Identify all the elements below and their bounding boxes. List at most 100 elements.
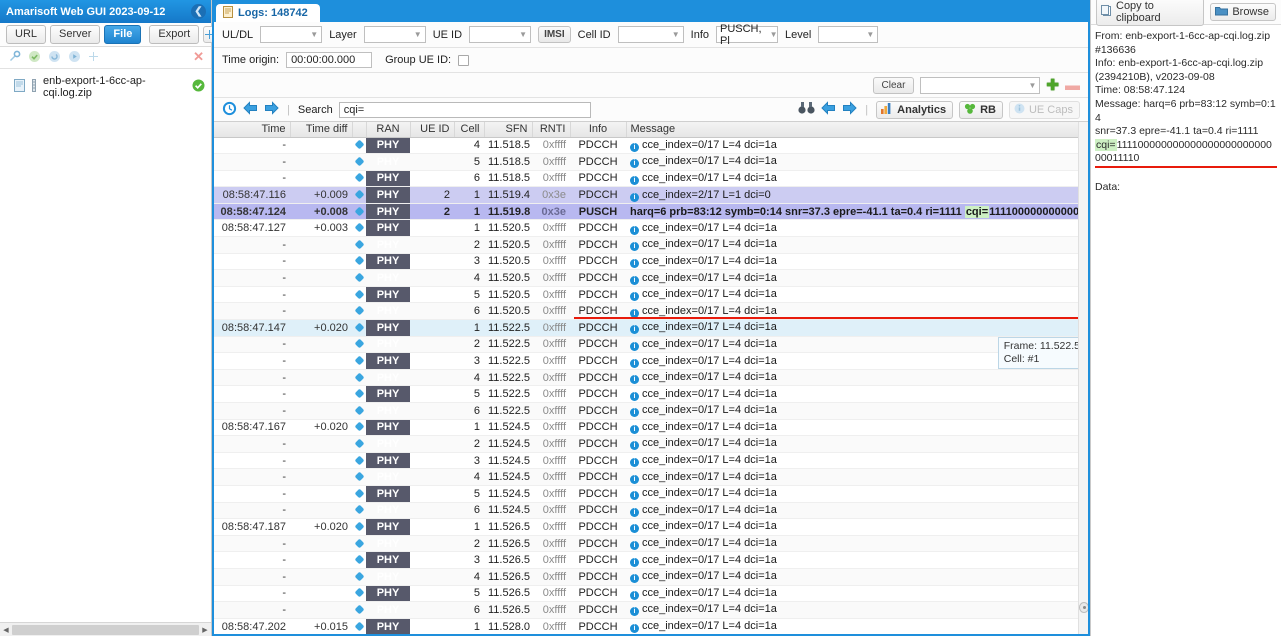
- table-row[interactable]: - PHY 5 11.524.5 0xffff PDCCH i cce_index=0/17 …: [214, 485, 1088, 503]
- table-row[interactable]: - PHY 2 11.526.5 0xffff PDCCH i cce_index=0/17 …: [214, 535, 1088, 553]
- search-input[interactable]: cqi=: [338, 101, 591, 118]
- info-circle-icon: i: [630, 175, 639, 185]
- imsi-button[interactable]: IMSI: [538, 26, 571, 43]
- sidebar-tab-url[interactable]: URL: [6, 25, 47, 44]
- table-row[interactable]: 08:58:47.187 +0.020 PHY 1 11.526.5 0xffff PDCC…: [214, 518, 1088, 536]
- detail-time-line: Time: 08:58:47.124: [1095, 84, 1186, 97]
- table-row[interactable]: 08:58:47.124 +0.008 PHY 2 1 11.519.8 0x3e PUSCH…: [214, 203, 1088, 221]
- table-row[interactable]: - PHY 6 11.518.5 0xffff PDCCH i cce_index=0/17 …: [214, 170, 1088, 188]
- marker-dot-icon: [354, 206, 365, 217]
- find-next-icon[interactable]: [842, 101, 858, 118]
- copy-to-clipboard-button[interactable]: Copy to clipboard: [1096, 0, 1205, 26]
- table-vertical-scrollbar[interactable]: [1078, 122, 1088, 634]
- list-item[interactable]: enb-export-1-6cc-ap-cqi.log.zip: [0, 73, 211, 101]
- clock-icon[interactable]: [222, 101, 237, 119]
- table-row[interactable]: 08:58:47.127 +0.003 PHY 1 11.520.5 0xffff PDCC…: [214, 219, 1088, 238]
- cell-sfn: 11.526.5: [484, 518, 532, 536]
- refresh-icon[interactable]: [48, 50, 61, 66]
- table-row[interactable]: 08:58:47.167 +0.020 PHY 1 11.524.5 0xffff PDCC…: [214, 419, 1088, 437]
- table-row[interactable]: - PHY 2 11.522.5 0xffff PDCCH i cce_index=0/17 …: [214, 336, 1088, 354]
- table-row[interactable]: - PHY 4 11.524.5 0xffff PDCCH i cce_index=0/17 …: [214, 468, 1088, 486]
- check-circle-icon[interactable]: [28, 50, 41, 66]
- layer-select[interactable]: ▼: [363, 26, 426, 43]
- col-marker[interactable]: [352, 122, 367, 138]
- sidebar-tab-file[interactable]: File: [104, 25, 142, 44]
- group-ueid-checkbox[interactable]: [458, 54, 470, 66]
- cell-ran: PHY: [366, 186, 410, 204]
- table-row[interactable]: - PHY 5 11.526.5 0xffff PDCCH i cce_index=0/17 …: [214, 585, 1088, 603]
- table-row[interactable]: - PHY 3 11.522.5 0xffff PDCCH i cce_index=0/17 …: [214, 352, 1088, 370]
- cqi-label: cqi=: [1095, 138, 1117, 151]
- col-info[interactable]: Info: [570, 122, 627, 138]
- table-row[interactable]: - PHY 6 11.524.5 0xffff PDCCH i cce_index=0/17 …: [214, 502, 1088, 520]
- plus-icon[interactable]: [88, 51, 99, 65]
- browse-button[interactable]: Browse: [1210, 3, 1276, 21]
- message-text: cce_index=0/17 L=4 dci=1a: [642, 354, 777, 367]
- export-button[interactable]: Export: [149, 25, 200, 44]
- table-row[interactable]: - PHY 3 11.526.5 0xffff PDCCH i cce_index=0/17 …: [214, 551, 1088, 569]
- table-row[interactable]: - PHY 2 11.520.5 0xffff PDCCH i cce_index=0/17 …: [214, 236, 1088, 254]
- sidebar-tab-server[interactable]: Server: [50, 25, 101, 44]
- ueid-select[interactable]: ▼: [469, 26, 532, 43]
- cell-rnti: 0xffff: [532, 502, 570, 520]
- rb-button[interactable]: RB: [959, 100, 1003, 119]
- cellid-select[interactable]: ▼: [617, 26, 684, 43]
- scroll-track[interactable]: [12, 624, 199, 635]
- table-row[interactable]: 08:58:47.147 +0.020 PHY 1 11.522.5 0xffff PDCC…: [214, 319, 1088, 337]
- col-cell[interactable]: Cell: [454, 122, 485, 138]
- time-origin-input[interactable]: 00:00:00.000: [286, 52, 373, 68]
- col-time[interactable]: Time: [214, 122, 291, 138]
- tab-logs[interactable]: Logs: 148742: [216, 4, 320, 22]
- preset-select[interactable]: ▼: [920, 76, 1041, 94]
- col-message[interactable]: Message: [626, 122, 1088, 138]
- col-rnti[interactable]: RNTI: [532, 122, 571, 138]
- sidebar-horizontal-scrollbar[interactable]: ◀ ▶: [0, 622, 211, 636]
- arrow-left-icon[interactable]: [243, 101, 258, 118]
- ue-caps-button[interactable]: UE Caps: [1008, 100, 1080, 119]
- cell-marker: [352, 269, 366, 287]
- table-row[interactable]: - PHY 5 11.522.5 0xffff PDCCH i cce_index=0/17 …: [214, 385, 1088, 403]
- analytics-button[interactable]: Analytics: [876, 100, 954, 119]
- close-x-icon[interactable]: ✕: [193, 50, 204, 64]
- table-row[interactable]: - PHY 5 11.518.5 0xffff PDCCH i cce_index=0/17 …: [214, 153, 1088, 171]
- table-row[interactable]: - PHY 6 11.526.5 0xffff PDCCH i cce_index=0/17 …: [214, 601, 1088, 619]
- table-row[interactable]: - PHY 3 11.520.5 0xffff PDCCH i cce_index=0/17 …: [214, 253, 1088, 271]
- table-row[interactable]: - PHY 4 11.518.5 0xffff PDCCH i cce_index=0/17 …: [214, 137, 1088, 155]
- table-row[interactable]: - PHY 5 11.520.5 0xffff PDCCH i cce_index=0/17 …: [214, 286, 1088, 304]
- plus-icon[interactable]: ✚: [1046, 78, 1059, 93]
- play-circle-icon[interactable]: [68, 50, 81, 66]
- table-row[interactable]: - PHY 4 11.526.5 0xffff PDCCH i cce_index=0/17 …: [214, 568, 1088, 586]
- chevron-left-icon[interactable]: ❮: [191, 4, 206, 19]
- col-ran[interactable]: RAN: [366, 122, 411, 138]
- table-row[interactable]: 08:58:47.202 +0.015 PHY 1 11.528.0 0xffff PDCC…: [214, 618, 1088, 634]
- cell-message: i cce_index=0/17 L=4 dci=1a: [626, 468, 1088, 486]
- col-sfn[interactable]: SFN: [484, 122, 533, 138]
- scroll-left-icon[interactable]: ◀: [0, 624, 12, 636]
- scroll-right-icon[interactable]: ▶: [199, 624, 211, 636]
- scrollbar-thumb[interactable]: [1079, 602, 1088, 613]
- cell-ue-id: [410, 502, 454, 520]
- binoculars-icon[interactable]: [798, 101, 815, 118]
- cell-rnti: 0x3e: [532, 186, 570, 204]
- cell-ran: PHY: [366, 385, 410, 403]
- table-row[interactable]: 08:58:47.116 +0.009 PHY 2 1 11.519.4 0x3e PDCCH…: [214, 186, 1088, 204]
- arrow-right-icon[interactable]: [264, 101, 279, 118]
- table-row[interactable]: - PHY 4 11.520.5 0xffff PDCCH i cce_index=0/17 …: [214, 269, 1088, 287]
- col-ue-id[interactable]: UE ID: [410, 122, 455, 138]
- table-row[interactable]: - PHY 4 11.522.5 0xffff PDCCH i cce_index=0/17 …: [214, 369, 1088, 387]
- uldl-select[interactable]: ▼: [260, 26, 323, 43]
- table-row[interactable]: - PHY 2 11.524.5 0xffff PDCCH i cce_index=0/17 …: [214, 435, 1088, 453]
- cell-marker: [352, 302, 366, 321]
- clear-button[interactable]: Clear: [872, 76, 915, 94]
- table-row[interactable]: - PHY 3 11.524.5 0xffff PDCCH i cce_index=0/17 …: [214, 452, 1088, 470]
- level-select[interactable]: ▼: [818, 26, 879, 43]
- minus-icon[interactable]: ▬: [1065, 78, 1080, 93]
- cqi-value: 1111000000000000000000000000000011110000…: [989, 205, 1087, 218]
- col-time-diff[interactable]: Time diff: [290, 122, 353, 138]
- info-select[interactable]: PUSCH, Pl ▼: [716, 23, 778, 47]
- wrench-icon[interactable]: [8, 50, 21, 66]
- find-prev-icon[interactable]: [821, 101, 836, 118]
- table-row[interactable]: - PHY 6 11.522.5 0xffff PDCCH i cce_index=0/17 …: [214, 402, 1088, 420]
- marker-dot-icon: [354, 388, 365, 399]
- cell-info: PUSCH: [570, 203, 626, 221]
